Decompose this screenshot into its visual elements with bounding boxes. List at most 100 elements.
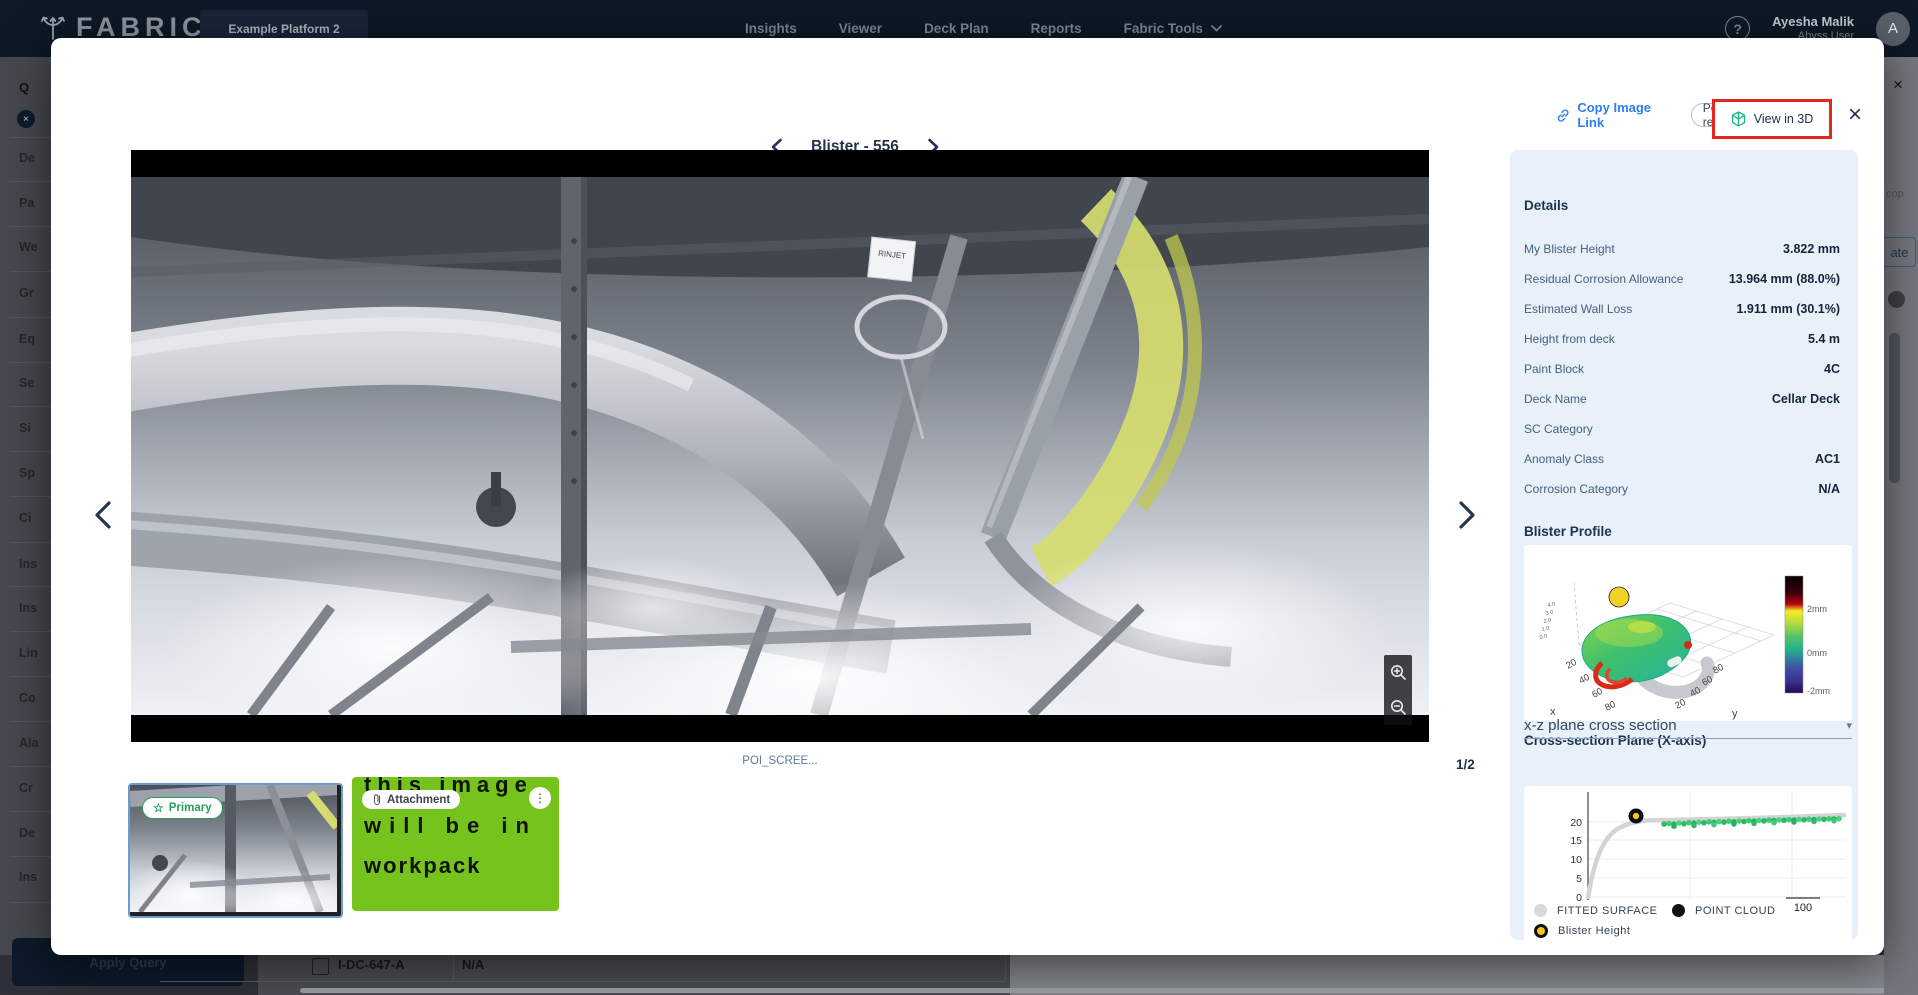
details-panel: Details My Blister Height3.822 mm Residu…	[1510, 150, 1858, 940]
detail-value: 1.911 mm (30.1%)	[1736, 302, 1840, 316]
user-name: Ayesha Malik	[1772, 14, 1854, 30]
detail-label: Estimated Wall Loss	[1524, 302, 1632, 316]
sidebar-item[interactable]: Si	[19, 421, 31, 435]
thumbnail-options-button[interactable]: ⋮	[529, 787, 551, 809]
colorbar-label: 2mm	[1807, 604, 1827, 614]
main-photo-viewport[interactable]: RINJET	[131, 150, 1429, 742]
vertical-scrollbar[interactable]	[1889, 333, 1900, 483]
detail-value: 5.4 m	[1808, 332, 1840, 346]
primary-badge: ☆ Primary	[142, 797, 223, 819]
sidebar-item[interactable]: Sp	[19, 466, 35, 480]
paperclip-icon	[372, 793, 382, 806]
image-page-indicator: 1/2	[1456, 757, 1475, 772]
svg-text:5: 5	[1576, 873, 1582, 885]
sidebar-item[interactable]: Ins	[19, 601, 37, 615]
horizontal-scrollbar[interactable]	[300, 988, 1900, 993]
table-row-value: N/A	[462, 957, 484, 972]
zoom-out-icon[interactable]	[1390, 699, 1407, 716]
svg-text:0: 0	[1576, 892, 1582, 904]
thumbnail-primary[interactable]: ☆ Primary	[128, 783, 343, 918]
sidebar-item[interactable]: Pa	[19, 196, 34, 210]
svg-text:3.0: 3.0	[1545, 609, 1554, 616]
table-row-id[interactable]: I-DC-647-A	[338, 957, 404, 972]
row-checkbox[interactable]	[312, 958, 329, 975]
thumbnail-attachment[interactable]: this image will be in workpack Attachmen…	[352, 777, 559, 911]
colorbar-label: 0mm	[1807, 648, 1827, 658]
nav-reports[interactable]: Reports	[1031, 21, 1082, 36]
detail-value: 4C	[1824, 362, 1840, 376]
attachment-badge: Attachment	[362, 790, 460, 809]
sidebar-item[interactable]: Ins	[19, 557, 37, 571]
detail-label: Anomaly Class	[1524, 452, 1604, 466]
sidebar-item[interactable]: De	[19, 826, 35, 840]
sidebar-item[interactable]: Eq	[19, 332, 35, 346]
svg-text:60: 60	[1590, 686, 1605, 701]
sidebar-item[interactable]: Gr	[19, 286, 34, 300]
view-in-3d-button[interactable]: View in 3D	[1712, 99, 1832, 139]
image-filename[interactable]: POI_SCREE...	[640, 755, 920, 767]
background-partial-button[interactable]: ate	[1884, 237, 1916, 267]
detail-value: 3.822 mm	[1783, 242, 1840, 256]
sidebar-item[interactable]: Ins	[19, 870, 37, 884]
sidebar-item[interactable]: Se	[19, 376, 34, 390]
detail-value: N/A	[1818, 482, 1840, 496]
details-heading: Details	[1524, 198, 1568, 213]
background-toggle-knob[interactable]	[1888, 291, 1905, 308]
svg-text:1.0: 1.0	[1541, 625, 1550, 632]
svg-text:4.0: 4.0	[1547, 601, 1556, 608]
legend-fitted-surface: FITTED SURFACE	[1534, 904, 1658, 917]
next-image-button[interactable]	[1456, 500, 1478, 530]
cube-3d-icon	[1731, 111, 1746, 127]
background-sidebar: Q × De Pa We Gr Eq Se Si Sp Ci Ins Ins L…	[0, 57, 51, 995]
zoom-in-icon[interactable]	[1390, 664, 1407, 681]
image-zoom-controls	[1384, 655, 1412, 725]
detail-value: Cellar Deck	[1772, 392, 1840, 406]
sidebar-item[interactable]: Cr	[19, 781, 33, 795]
svg-text:15: 15	[1570, 835, 1582, 847]
blister-detail-modal: Blister - 556 Copy Image Link Pending re…	[51, 38, 1884, 955]
svg-text:100: 100	[1794, 902, 1812, 914]
sidebar-item[interactable]: Ala	[19, 736, 38, 750]
point-cloud-swatch	[1672, 904, 1685, 917]
nav-deck-plan[interactable]: Deck Plan	[924, 21, 989, 36]
chevron-down-icon	[1211, 25, 1222, 32]
svg-text:20: 20	[1570, 817, 1582, 829]
sidebar-item[interactable]: Lin	[19, 646, 38, 660]
svg-text:2.0: 2.0	[1543, 617, 1552, 624]
detail-label: SC Category	[1524, 422, 1593, 436]
legend-point-cloud: POINT CLOUD	[1672, 904, 1775, 917]
nav-viewer[interactable]: Viewer	[839, 21, 882, 36]
svg-text:20: 20	[1673, 697, 1688, 712]
svg-text:10: 10	[1570, 854, 1582, 866]
blister-height-swatch	[1534, 924, 1548, 938]
link-icon	[1556, 108, 1570, 123]
copy-image-link-button[interactable]: Copy Image Link	[1556, 100, 1677, 130]
cross-section-plot: 20 15 10 5 0	[1524, 786, 1852, 946]
background-close-icon[interactable]: ×	[1893, 75, 1903, 95]
nav-fabric-tools[interactable]: Fabric Tools	[1124, 21, 1222, 36]
platform-label: Example Platform 2	[228, 22, 339, 36]
sidebar-item[interactable]: De	[19, 151, 35, 165]
caret-down-icon: ▾	[1846, 719, 1852, 732]
detail-label: Deck Name	[1524, 392, 1587, 406]
sidebar-item[interactable]: Co	[19, 691, 36, 705]
detail-label: Paint Block	[1524, 362, 1584, 376]
close-modal-button[interactable]: ×	[1848, 103, 1862, 127]
svg-text:40: 40	[1577, 672, 1592, 687]
clear-filter-badge[interactable]: ×	[17, 110, 35, 128]
detail-label: My Blister Height	[1524, 242, 1615, 256]
cross-section-plane-dropdown[interactable]: x-z plane cross section ▾	[1524, 712, 1852, 739]
previous-image-button[interactable]	[92, 500, 114, 530]
nav-insights[interactable]: Insights	[745, 21, 797, 36]
blister-profile-heading: Blister Profile	[1524, 524, 1612, 539]
blister-profile-chart[interactable]: 4.03.0 2.01.0 0.0 20	[1524, 545, 1852, 721]
background-partial-text: cop	[1886, 188, 1904, 200]
cross-section-chart[interactable]: 20 15 10 5 0	[1524, 786, 1852, 946]
svg-text:0.0: 0.0	[1539, 633, 1548, 640]
sidebar-item[interactable]: Ci	[19, 511, 32, 525]
application-root: FABRIC Example Platform 2 Insights Viewe…	[0, 0, 1918, 995]
sidebar-item[interactable]: We	[19, 240, 38, 254]
selected-plane: x-z plane cross section	[1524, 717, 1677, 734]
colorbar-label: -2mm	[1807, 686, 1830, 696]
star-icon: ☆	[153, 801, 164, 815]
